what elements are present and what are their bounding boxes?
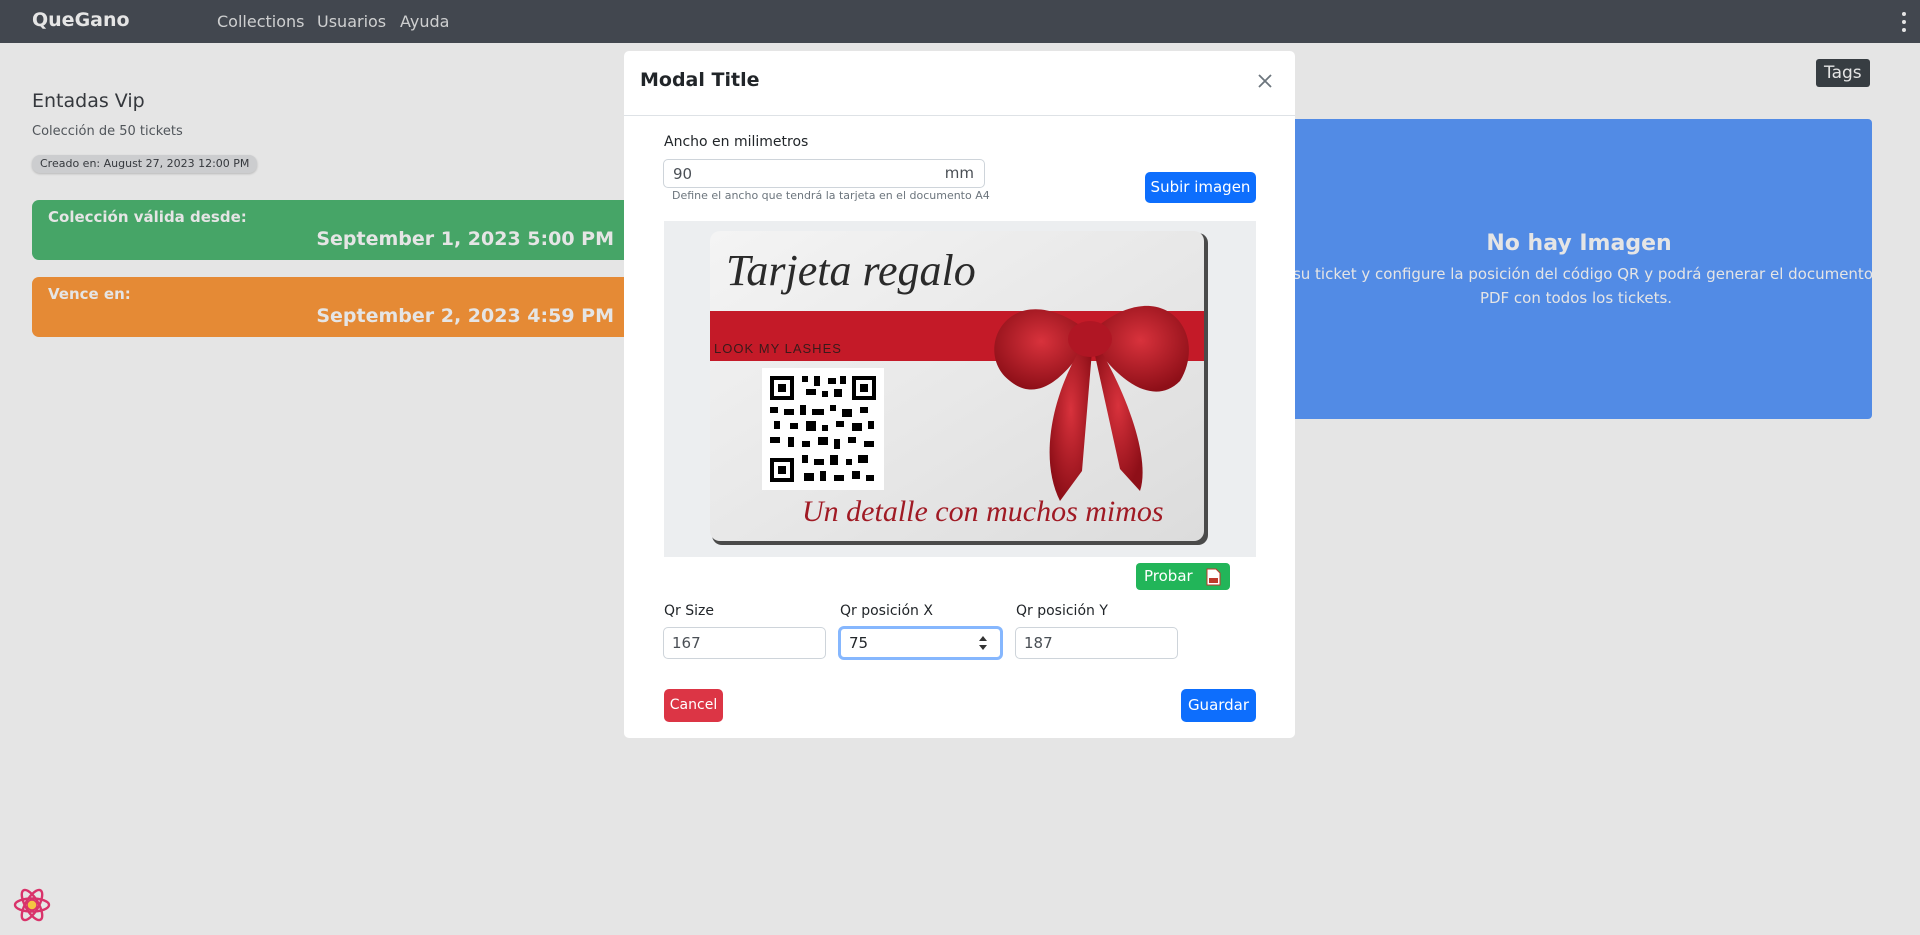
qr-code-icon — [762, 368, 884, 490]
save-button[interactable]: Guardar — [1181, 689, 1256, 722]
qr-y-label: Qr posición Y — [1016, 603, 1108, 619]
close-icon[interactable] — [1257, 73, 1273, 89]
react-logo-icon[interactable] — [12, 888, 52, 922]
qr-size-label: Qr Size — [664, 603, 714, 619]
ticket-heading: Tarjeta regalo — [726, 246, 976, 295]
ancho-input[interactable] — [664, 160, 934, 187]
ticket-preview-area: Tarjeta regalo LOOK MY LASHES Un detalle… — [664, 221, 1256, 557]
upload-image-button[interactable]: Subir imagen — [1145, 172, 1256, 203]
modal-title: Modal Title — [640, 69, 760, 91]
modal-header: Modal Title — [624, 51, 1295, 116]
ticket-image: Tarjeta regalo LOOK MY LASHES Un detalle… — [710, 231, 1208, 545]
probar-button[interactable]: Probar — [1136, 563, 1230, 590]
cancel-button[interactable]: Cancel — [664, 689, 723, 722]
ticket-footer-text: Un detalle con muchos mimos — [802, 495, 1164, 528]
ancho-label: Ancho en milimetros — [664, 134, 809, 150]
ancho-input-group: mm — [663, 159, 985, 188]
pdf-file-icon — [1206, 568, 1221, 586]
number-spinner-icon[interactable] — [978, 634, 988, 652]
ancho-help-text: Define el ancho que tendrá la tarjeta en… — [672, 189, 990, 202]
qr-config-modal: Modal Title Ancho en milimetros mm Defin… — [624, 51, 1295, 738]
qr-size-input[interactable] — [663, 627, 826, 659]
qr-x-label: Qr posición X — [840, 603, 933, 619]
probar-label: Probar — [1144, 567, 1193, 585]
ancho-unit-suffix: mm — [944, 164, 974, 182]
ticket-band-text: LOOK MY LASHES — [714, 341, 842, 356]
qr-y-input[interactable] — [1015, 627, 1178, 659]
